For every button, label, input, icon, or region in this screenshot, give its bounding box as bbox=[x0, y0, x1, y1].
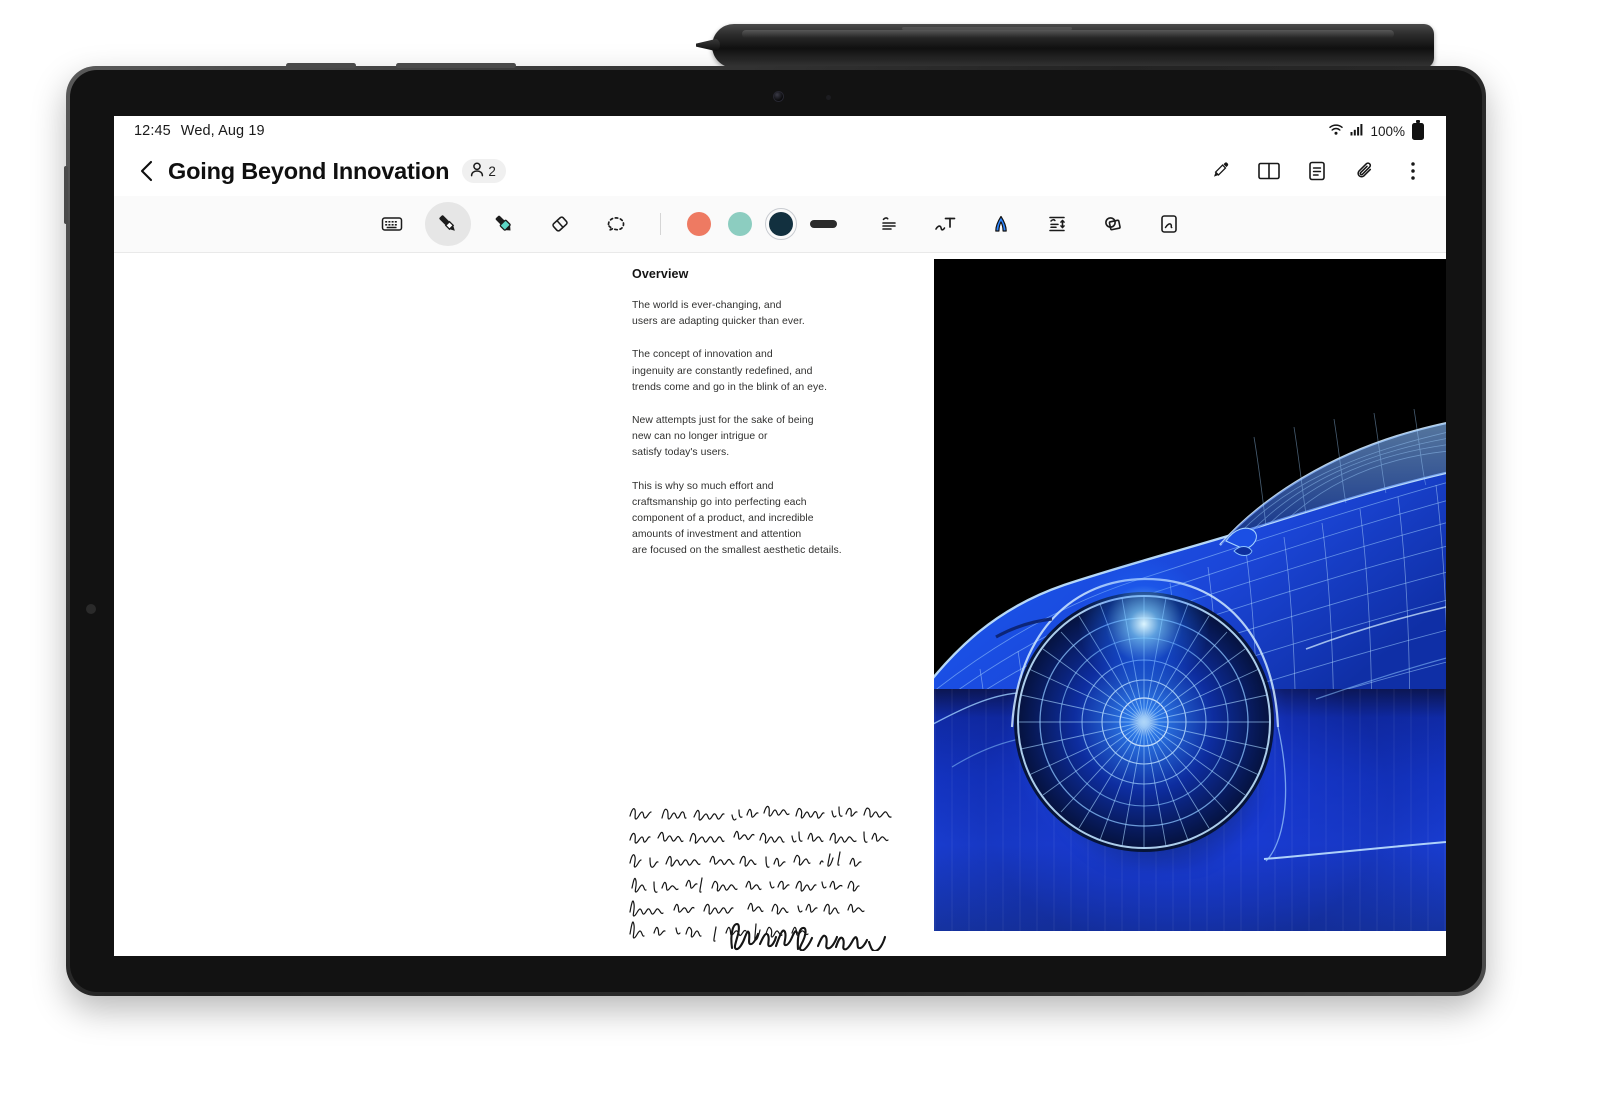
person-icon bbox=[470, 162, 484, 180]
shape-correct-icon[interactable] bbox=[1090, 202, 1136, 246]
eraser-icon[interactable] bbox=[537, 202, 583, 246]
highlighter-icon[interactable] bbox=[481, 202, 527, 246]
pen-icon[interactable] bbox=[424, 202, 471, 246]
note-paragraph: New attempts just for the sake of being … bbox=[632, 415, 814, 459]
header-actions bbox=[1208, 158, 1430, 184]
volume-button[interactable] bbox=[64, 166, 68, 224]
collaborators-badge[interactable]: 2 bbox=[462, 159, 506, 183]
back-chevron-icon[interactable] bbox=[132, 156, 162, 186]
note-app-header: Going Beyond Innovation 2 bbox=[114, 146, 1446, 196]
status-bar: 12:45 Wed, Aug 19 100% bbox=[114, 116, 1446, 146]
s-pen-tip bbox=[696, 38, 720, 52]
battery-percent-label: 100% bbox=[1370, 123, 1405, 139]
battery-full-icon bbox=[1412, 120, 1424, 140]
stroke-width-pill[interactable] bbox=[809, 220, 837, 228]
wireframe-sports-car-image[interactable] bbox=[934, 259, 1446, 931]
spacing-icon[interactable] bbox=[1034, 202, 1080, 246]
text-to-ink-icon[interactable] bbox=[978, 202, 1024, 246]
status-bar-left: 12:45 Wed, Aug 19 bbox=[134, 123, 265, 139]
note-text-block[interactable]: Overview The world is ever-changing, and… bbox=[632, 267, 872, 577]
tablet-bezel: 12:45 Wed, Aug 19 100% Going Beyond Inno… bbox=[70, 70, 1482, 992]
toolbar-divider bbox=[659, 213, 661, 235]
power-button[interactable] bbox=[286, 63, 356, 68]
s-pen-stylus[interactable] bbox=[696, 24, 1434, 68]
color-navy[interactable] bbox=[764, 208, 797, 240]
note-paragraph: This is why so much effort and craftsman… bbox=[632, 480, 842, 557]
handwriting-strokes bbox=[629, 805, 892, 951]
antenna-line bbox=[396, 63, 516, 68]
front-camera bbox=[774, 92, 783, 101]
note-paragraph: The concept of innovation and ingenuity … bbox=[632, 349, 828, 393]
status-date: Wed, Aug 19 bbox=[180, 123, 265, 139]
tablet-device: 12:45 Wed, Aug 19 100% Going Beyond Inno… bbox=[64, 63, 1486, 996]
paperclip-icon[interactable] bbox=[1352, 158, 1378, 184]
color-coral[interactable] bbox=[686, 212, 711, 236]
wifi-icon bbox=[1329, 123, 1344, 139]
screenshot-stage: 12:45 Wed, Aug 19 100% Going Beyond Inno… bbox=[0, 0, 1604, 1100]
tablet-screen: 12:45 Wed, Aug 19 100% Going Beyond Inno… bbox=[114, 116, 1446, 956]
note-canvas[interactable]: Overview The world is ever-changing, and… bbox=[114, 253, 1446, 956]
book-icon[interactable] bbox=[1256, 158, 1282, 184]
text-align-icon[interactable] bbox=[866, 202, 912, 246]
more-vertical-icon[interactable] bbox=[1400, 158, 1426, 184]
convert-handwriting-icon[interactable] bbox=[922, 202, 968, 246]
edit-tools-group bbox=[861, 202, 1197, 246]
note-heading: Overview bbox=[632, 267, 689, 281]
page-title: Going Beyond Innovation bbox=[168, 157, 450, 184]
pen-select-icon[interactable] bbox=[1208, 158, 1234, 184]
proximity-sensor bbox=[826, 95, 831, 100]
status-bar-right: 100% bbox=[1329, 120, 1424, 140]
smart-write-icon[interactable] bbox=[1146, 202, 1192, 246]
collaborator-count: 2 bbox=[488, 163, 496, 179]
keyboard-text-icon[interactable] bbox=[369, 202, 415, 246]
side-microphone bbox=[86, 604, 96, 614]
color-swatches bbox=[686, 208, 837, 240]
wheel-hub-glow bbox=[1079, 559, 1209, 689]
car-render bbox=[934, 259, 1446, 931]
page-list-icon[interactable] bbox=[1304, 158, 1330, 184]
s-pen-highlight bbox=[742, 30, 1394, 38]
note-paragraph: The world is ever-changing, and users ar… bbox=[632, 300, 805, 328]
s-pen-button-seam bbox=[902, 27, 1072, 30]
drawing-toolbar bbox=[114, 196, 1446, 253]
color-mint[interactable] bbox=[727, 212, 752, 236]
lasso-select-icon[interactable] bbox=[593, 202, 639, 246]
handwritten-cursive-note[interactable] bbox=[624, 796, 909, 951]
tool-buttons-group bbox=[364, 202, 644, 246]
status-time: 12:45 bbox=[134, 123, 171, 139]
signal-bars-icon bbox=[1350, 123, 1363, 139]
